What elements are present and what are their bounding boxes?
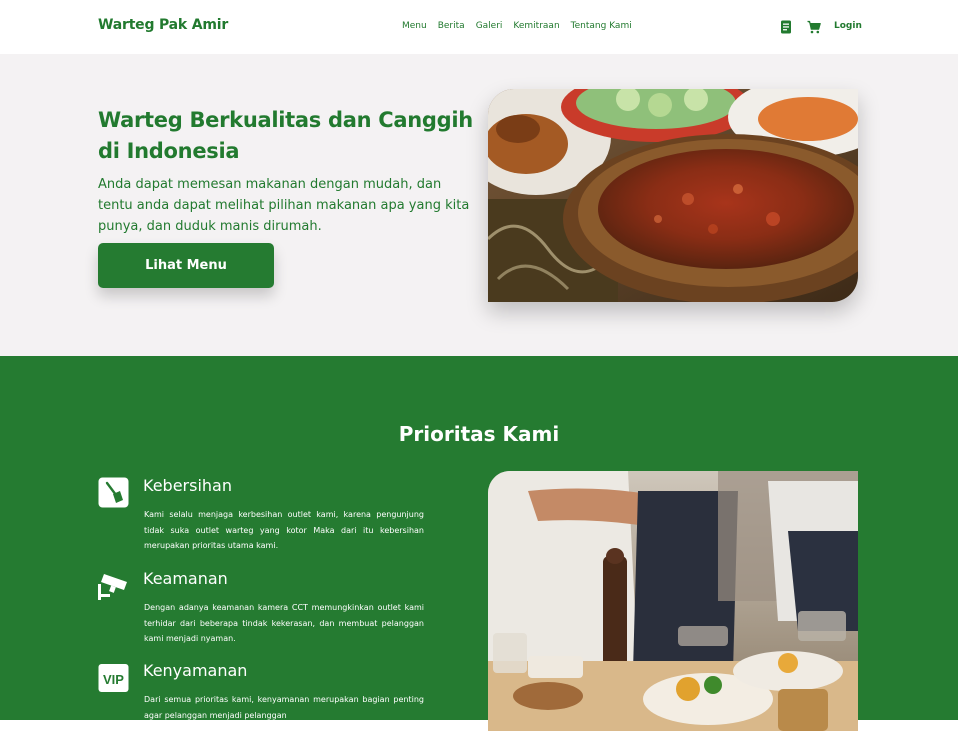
cart-icon[interactable] [807, 19, 821, 34]
nav-link-berita[interactable]: Berita [438, 21, 465, 31]
hero-title: Warteg Berkualitas dan Canggih di Indone… [98, 108, 473, 163]
nav-link-kemitraan[interactable]: Kemitraan [513, 21, 559, 31]
vip-icon: VIP [98, 662, 129, 693]
nav-link-galeri[interactable]: Galeri [476, 21, 503, 31]
priority-title-kebersihan: Kebersihan [143, 476, 232, 495]
nav-link-tentang-kami[interactable]: Tentang Kami [571, 21, 632, 31]
priorities-title: Prioritas Kami [398, 422, 560, 446]
brand-logo-text[interactable]: Warteg Pak Amir [98, 17, 228, 33]
chef-cooking-image [488, 471, 858, 731]
cctv-camera-icon [98, 570, 129, 601]
priority-title-keamanan: Keamanan [143, 569, 228, 588]
nav-actions: Login [780, 19, 862, 34]
navbar: Warteg Pak Amir Menu Berita Galeri Kemit… [0, 0, 958, 54]
priority-desc-keamanan: Dengan adanya keamanan kamera CCT memung… [144, 603, 424, 643]
priority-title-kenyamanan: Kenyamanan [143, 661, 248, 680]
broom-icon [98, 477, 129, 508]
svg-text:VIP: VIP [103, 672, 124, 687]
login-link[interactable]: Login [834, 21, 862, 31]
priority-desc-kenyamanan: Dari semua prioritas kami, kenyamanan me… [144, 695, 424, 720]
nav-link-menu[interactable]: Menu [402, 21, 427, 31]
receipt-icon[interactable] [780, 19, 793, 34]
main-menu: Menu Berita Galeri Kemitraan Tentang Kam… [402, 21, 632, 31]
hero-description: Anda dapat memesan makanan dengan mudah,… [98, 177, 470, 234]
priorities-section: Prioritas Kami Kebersihan Kami selalu me… [0, 356, 958, 731]
hero-food-image [488, 89, 858, 302]
priority-desc-kebersihan: Kami selalu menjaga kerbesihan outlet ka… [144, 510, 424, 550]
lihat-menu-button[interactable]: Lihat Menu [98, 243, 274, 288]
hero-section: Warteg Berkualitas dan Canggih di Indone… [0, 54, 958, 356]
